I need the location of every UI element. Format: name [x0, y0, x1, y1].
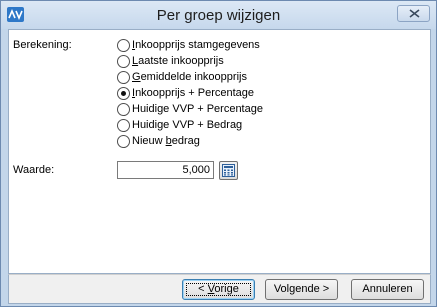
radio-button-selected[interactable] — [117, 87, 130, 100]
radio-label: Huidige VVP + Bedrag — [132, 119, 243, 131]
volgende-button[interactable]: Volgende > — [265, 279, 338, 300]
focus-indicator — [186, 283, 251, 296]
vorige-button[interactable]: < Vorige — [182, 279, 255, 300]
waarde-label: Waarde: — [13, 164, 55, 176]
radio-button[interactable] — [117, 103, 130, 116]
calculator-icon — [222, 164, 235, 177]
radio-label: Huidige VVP + Percentage — [132, 103, 263, 115]
close-icon — [409, 9, 420, 18]
radio-label: Nieuw bedrag — [132, 135, 200, 147]
close-button[interactable] — [397, 5, 430, 22]
radio-selected-dot — [121, 91, 126, 96]
dialog-window: Per groep wijzigen Berekening: Inkooppri… — [0, 0, 437, 307]
waarde-input[interactable]: 5,000 — [117, 161, 214, 179]
title-bar[interactable]: Per groep wijzigen — [1, 1, 436, 29]
radio-label: Inkoopprijs + Percentage — [132, 87, 254, 99]
berekening-label: Berekening: — [13, 39, 72, 51]
radio-button[interactable] — [117, 55, 130, 68]
radio-label: Laatste inkoopprijs — [132, 55, 224, 67]
button-bar: < Vorige Volgende > Annuleren — [8, 274, 431, 304]
calculator-button[interactable] — [219, 161, 238, 180]
radio-button[interactable] — [117, 135, 130, 148]
dialog-content: Berekening: Inkoopprijs stamgegevens Laa… — [8, 29, 431, 274]
radio-button[interactable] — [117, 119, 130, 132]
window-title: Per groep wijzigen — [156, 7, 281, 24]
radio-label: Inkoopprijs stamgegevens — [132, 39, 260, 51]
radio-label: Gemiddelde inkoopprijs — [132, 71, 247, 83]
radio-button[interactable] — [117, 71, 130, 84]
annuleren-button[interactable]: Annuleren — [351, 279, 424, 300]
radio-button[interactable] — [117, 39, 130, 52]
